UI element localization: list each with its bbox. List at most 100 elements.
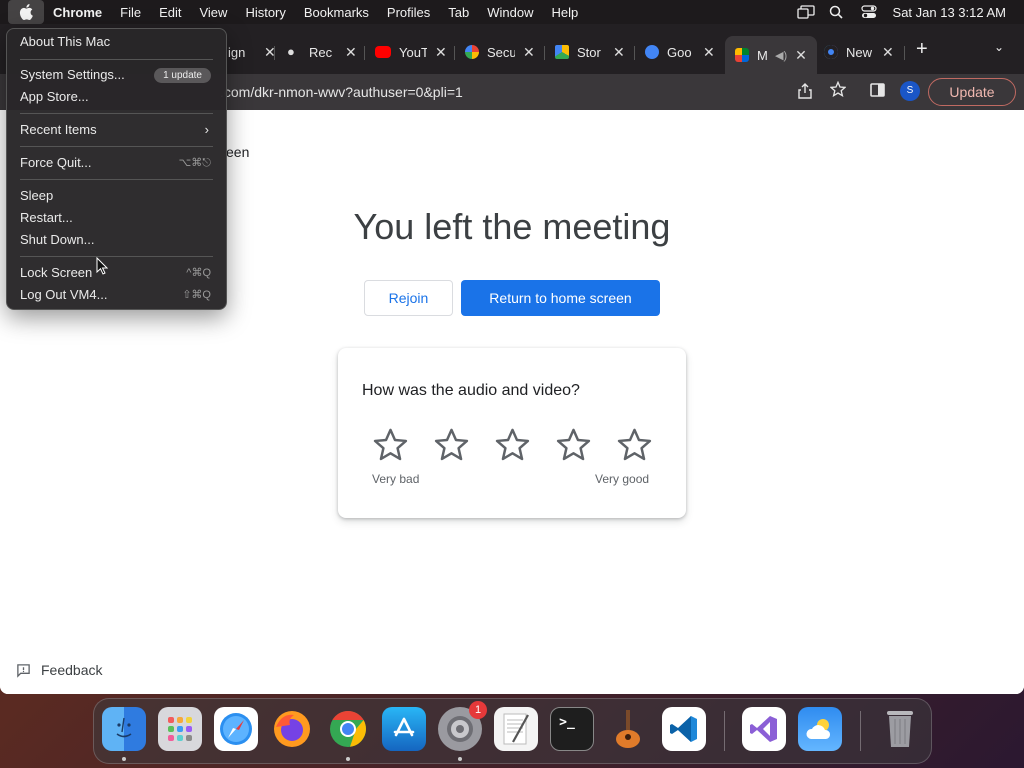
menu-separator [20,113,213,114]
launchpad-icon[interactable] [158,707,202,751]
side-panel-icon[interactable] [870,83,885,101]
menu-item-label: About This Mac [20,34,111,49]
tab-active-meet[interactable]: M ◀) ✕ [725,36,817,74]
menu-item-label: Recent Items [20,122,97,137]
menu-item-app-store[interactable]: App Store... [20,87,213,107]
close-tab-icon[interactable]: ✕ [703,44,715,61]
chevron-right-icon: › [204,122,209,137]
tab-title: Stor [577,44,601,60]
weather-icon[interactable] [798,707,842,751]
vscode-icon[interactable] [662,707,706,751]
address-bar[interactable]: .com/dkr-nmon-wwv?authuser=0&pli=1 [220,80,463,104]
shortcut-label: ⌥⌘⎋ [178,157,211,169]
return-home-button[interactable]: Return to home screen [461,280,660,316]
spotlight-search-icon[interactable] [829,5,845,19]
menu-file[interactable]: File [111,5,150,20]
bookmark-star-icon[interactable] [829,80,847,101]
feedback-icon [17,663,30,678]
share-icon[interactable] [798,83,812,103]
terminal-icon[interactable]: >_ [550,707,594,751]
visual-studio-icon[interactable] [742,707,786,751]
star-rating [372,426,653,463]
tab-title: New [846,44,873,60]
terminal-prompt-glyph: >_ [559,714,575,730]
menu-item-recent-items[interactable]: Recent Items › [20,120,213,140]
tab-divider [904,46,905,60]
menu-separator [20,256,213,257]
close-tab-icon[interactable]: ✕ [613,44,625,61]
menu-item-sleep[interactable]: Sleep [20,186,213,206]
menu-item-label: Force Quit... [20,155,92,170]
chrome-update-button[interactable]: Update [928,78,1016,106]
star-2-icon[interactable] [433,426,470,463]
youtube-favicon-icon [375,46,391,58]
apple-favicon-icon: ● [287,44,295,59]
running-indicator [458,757,462,761]
menu-item-restart[interactable]: Restart... [20,208,213,228]
rejoin-button[interactable]: Rejoin [364,280,453,316]
menu-window[interactable]: Window [478,5,542,20]
firefox-icon[interactable] [270,707,314,751]
menu-view[interactable]: View [190,5,236,20]
rating-label-very-good: Very good [595,472,650,486]
menu-item-label: Lock Screen [20,265,93,280]
tab-2[interactable]: ● Rec ✕ [287,38,357,66]
tab-search-chevron-down-icon[interactable]: ⌄ [994,40,1004,54]
tab-3[interactable]: YouT ✕ [375,38,447,66]
tab-5[interactable]: Stor ✕ [555,38,625,66]
star-5-icon[interactable] [616,426,653,463]
running-indicator [122,757,126,761]
menu-item-system-settings[interactable]: System Settings... 1 update [20,65,213,85]
new-tab-plus-icon[interactable]: + [916,38,928,61]
menu-item-label: Restart... [20,210,73,225]
close-tab-icon[interactable]: ✕ [882,44,894,61]
feedback-label: Feedback [41,662,103,678]
speaker-audio-icon[interactable]: ◀) [775,49,787,62]
chrome-icon[interactable] [326,707,370,751]
app-store-icon[interactable] [382,707,426,751]
menu-edit[interactable]: Edit [150,5,190,20]
close-tab-icon[interactable]: ✕ [795,47,807,64]
menu-tab[interactable]: Tab [439,5,478,20]
garageband-icon[interactable] [606,707,650,751]
menu-help[interactable]: Help [543,5,588,20]
tab-8[interactable]: New ✕ [824,38,894,66]
rating-question: How was the audio and video? [362,382,580,399]
textedit-icon[interactable] [494,707,538,751]
star-1-icon[interactable] [372,426,409,463]
screen-mirroring-icon[interactable] [796,5,815,19]
menu-item-about-this-mac[interactable]: About This Mac [20,32,213,52]
mouse-pointer-icon [96,256,109,280]
menu-item-log-out[interactable]: Log Out VM4... ⇧⌘Q [20,285,213,305]
close-tab-icon[interactable]: ✕ [523,44,535,61]
tab-1[interactable]: ign ✕ [228,38,276,66]
tab-title: ign [228,44,246,60]
feedback-link[interactable]: Feedback [16,662,102,678]
tab-title: Rec [309,44,333,60]
menu-separator [20,179,213,180]
trash-icon[interactable] [878,707,922,751]
menu-bookmarks[interactable]: Bookmarks [295,5,378,20]
profile-avatar[interactable]: S [900,81,920,101]
close-tab-icon[interactable]: ✕ [435,44,447,61]
tab-4[interactable]: Secu ✕ [465,38,535,66]
finder-icon[interactable] [102,707,146,751]
update-count-badge: 1 update [154,68,211,83]
control-center-icon[interactable] [860,5,877,19]
star-3-icon[interactable] [494,426,531,463]
menu-item-shut-down[interactable]: Shut Down... [20,230,213,250]
safari-icon[interactable] [214,707,258,751]
menu-item-label: Log Out VM4... [20,287,108,302]
menu-item-lock-screen[interactable]: Lock Screen ^⌘Q [20,263,213,283]
menu-profiles[interactable]: Profiles [378,5,439,20]
apple-menu-icon[interactable] [8,0,44,24]
tab-divider [634,46,635,60]
close-tab-icon[interactable]: ✕ [345,44,357,61]
menu-chrome[interactable]: Chrome [44,5,111,20]
tab-6[interactable]: Goo ✕ [645,38,715,66]
menubar-datetime[interactable]: Sat Jan 13 3:12 AM [893,5,1006,20]
menu-history[interactable]: History [236,5,294,20]
tab-divider [544,46,545,60]
star-4-icon[interactable] [555,426,592,463]
menu-item-force-quit[interactable]: Force Quit... ⌥⌘⎋ [20,153,213,173]
